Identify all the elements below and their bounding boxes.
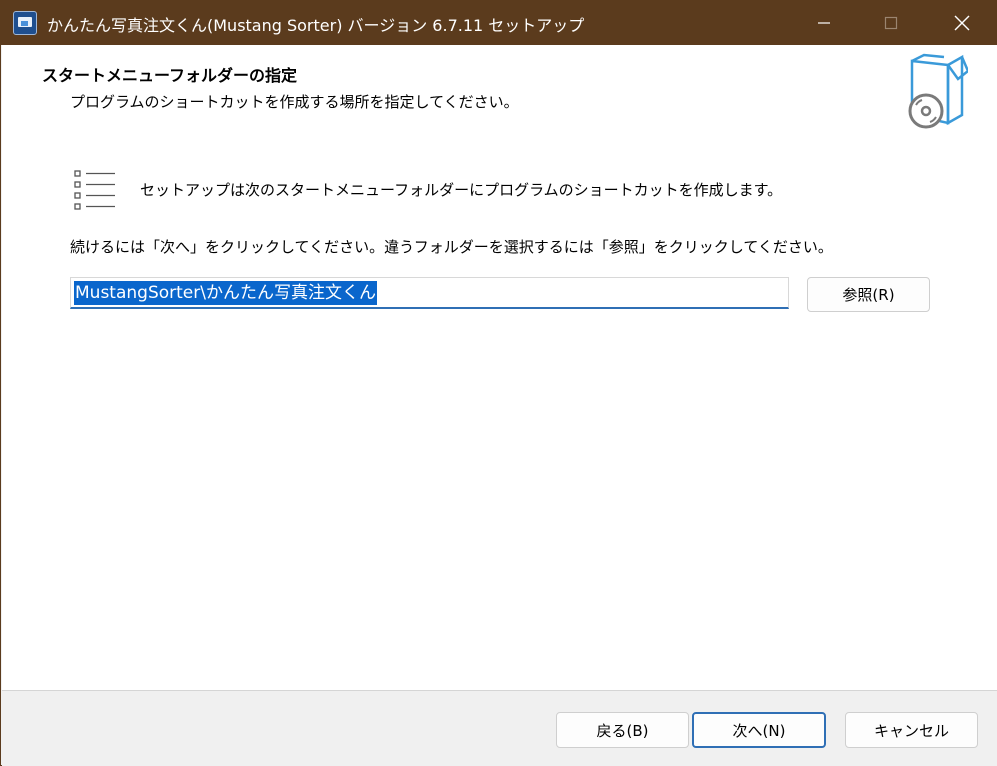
setup-window: かんたん写真注文くん(Mustang Sorter) バージョン 6.7.11 … [0, 0, 997, 766]
next-button[interactable]: 次へ(N) [692, 712, 826, 748]
page-title: スタートメニューフォルダーの指定 [42, 66, 298, 85]
instruction-text: 続けるには「次へ」をクリックしてください。違うフォルダーを選択するには「参照」を… [70, 238, 833, 256]
footer-bar: 戻る(B) 次へ(N) キャンセル [2, 691, 997, 766]
close-button[interactable] [934, 1, 990, 45]
start-menu-folder-input[interactable]: MustangSorter\かんたん写真注文くん [70, 277, 789, 309]
info-text: セットアップは次のスタートメニューフォルダーにプログラムのショートカットを作成し… [140, 181, 783, 199]
page-subtitle: プログラムのショートカットを作成する場所を指定してください。 [70, 93, 519, 111]
window-title: かんたん写真注文くん(Mustang Sorter) バージョン 6.7.11 … [47, 16, 585, 35]
back-button[interactable]: 戻る(B) [556, 712, 689, 748]
minimize-button[interactable] [796, 1, 852, 45]
minimize-icon [818, 22, 830, 24]
close-icon [954, 15, 970, 31]
app-icon [13, 11, 37, 35]
cancel-button[interactable]: キャンセル [845, 712, 978, 748]
content-area: セットアップは次のスタートメニューフォルダーにプログラムのショートカットを作成し… [2, 145, 997, 690]
folder-input-value[interactable]: MustangSorter\かんたん写真注文くん [74, 281, 377, 305]
list-icon [74, 170, 115, 210]
maximize-icon [884, 16, 898, 30]
title-bar[interactable]: かんたん写真注文くん(Mustang Sorter) バージョン 6.7.11 … [1, 1, 997, 45]
header-panel: スタートメニューフォルダーの指定 プログラムのショートカットを作成する場所を指定… [2, 45, 997, 145]
browse-button[interactable]: 参照(R) [807, 277, 930, 312]
maximize-button [863, 1, 919, 45]
setup-box-cd-icon [908, 53, 968, 129]
